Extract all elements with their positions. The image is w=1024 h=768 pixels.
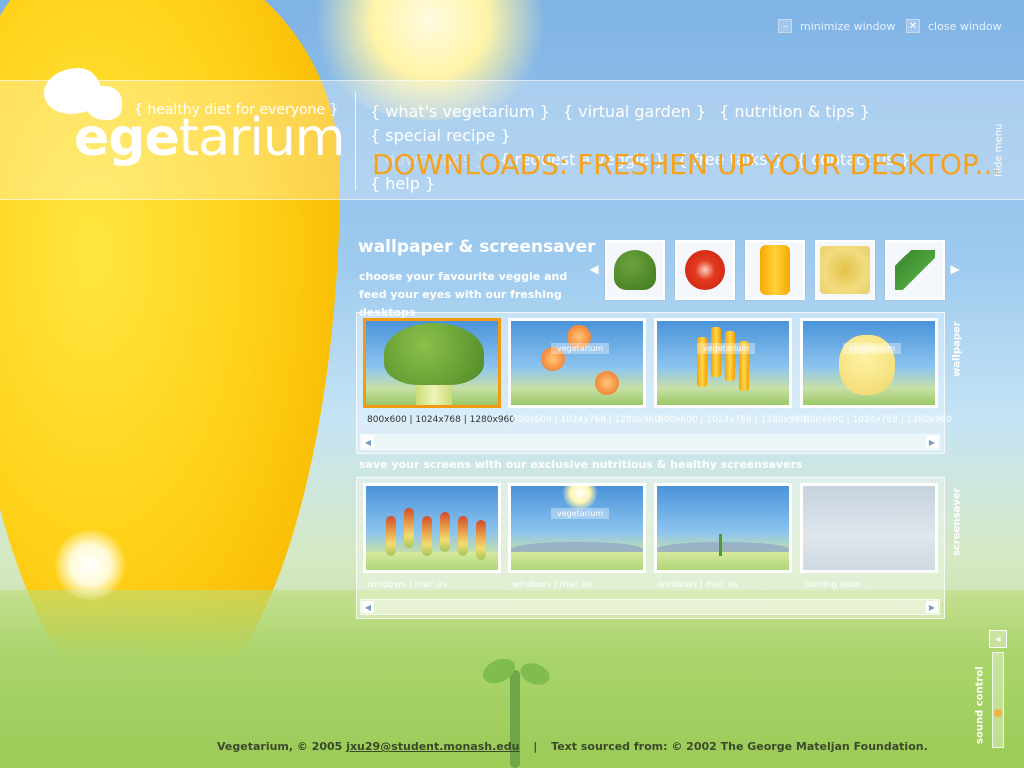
minimize-window-button[interactable]: – minimize window: [778, 19, 895, 33]
scroll-left-icon[interactable]: ◀: [362, 436, 374, 448]
nav-item-whats-vegetarium[interactable]: { what's vegetarium }: [370, 100, 550, 124]
strip-next-arrow-icon[interactable]: ▶: [950, 262, 960, 276]
close-icon: ✕: [906, 19, 920, 33]
volume-knob[interactable]: [994, 708, 1002, 717]
pepper-icon: [760, 245, 790, 295]
screensaver-item-veg-row[interactable]: windows | mac os: [363, 483, 501, 595]
background-glow-art: [55, 530, 125, 600]
sound-toggle-button[interactable]: ◂: [989, 630, 1007, 648]
thumbnail-logo: vegetarium: [843, 343, 902, 354]
veggie-thumb-herb[interactable]: [885, 240, 945, 300]
nav-item-special-recipe[interactable]: { special recipe }: [370, 124, 511, 148]
logo[interactable]: { healthy diet for everyone } egetarium: [44, 68, 346, 188]
pepper-art: [725, 331, 735, 381]
background-sprout-art: [510, 670, 520, 768]
header-divider: [355, 92, 356, 190]
field-art: [511, 552, 643, 570]
coming-soon-label: coming soon ...: [804, 580, 873, 590]
platform-links[interactable]: windows | mac os: [367, 580, 447, 590]
veggie-art: [404, 508, 414, 548]
footer-credit: Vegetarium, © 2005: [217, 740, 343, 753]
wallpaper-item-tomato[interactable]: vegetarium 800x600 | 1024x768 | 1280x960: [508, 318, 660, 430]
veggie-thumb-tomato[interactable]: [675, 240, 735, 300]
resolution-links[interactable]: 800x600 | 1024x768 | 1280x960: [804, 415, 952, 425]
veggie-thumb-pepper[interactable]: [745, 240, 805, 300]
broccoli-art: [384, 323, 484, 385]
speaker-icon: ◂: [995, 633, 1001, 645]
screensaver-tab[interactable]: screensaver: [948, 477, 966, 567]
footer-email-link[interactable]: jxu29@student.monash.edu: [346, 740, 519, 753]
scroll-right-icon[interactable]: ▶: [926, 601, 938, 613]
wallpaper-scrollbar[interactable]: ◀ ▶: [360, 434, 940, 450]
sun-art: [563, 486, 597, 510]
wallpaper-tab[interactable]: wallpaper: [948, 312, 966, 386]
minimize-label: minimize window: [800, 19, 896, 33]
veggie-art: [386, 516, 396, 556]
veggie-thumb-broccoli[interactable]: [605, 240, 665, 300]
screensaver-heading: save your screens with our exclusive nut…: [359, 458, 803, 471]
footer-separator: |: [533, 740, 538, 753]
logo-word-rest: tarium: [178, 108, 346, 168]
veggie-art: [422, 516, 432, 556]
screensaver-item-sprout[interactable]: windows | mac os: [654, 483, 792, 595]
wallpaper-thumbnail[interactable]: vegetarium: [508, 318, 646, 408]
screensaver-thumbnail[interactable]: [654, 483, 792, 573]
wallpaper-thumbnail[interactable]: vegetarium: [800, 318, 938, 408]
resolution-links[interactable]: 800x600 | 1024x768 | 1280x960: [512, 415, 660, 425]
screensaver-item-sun-field[interactable]: vegetarium windows | mac os: [508, 483, 646, 595]
platform-links[interactable]: windows | mac os: [658, 580, 738, 590]
sound-volume-slider[interactable]: [992, 652, 1004, 748]
field-art: [657, 552, 789, 570]
page-title: DOWNLOADS: FRESHEN UP YOUR DESKTOP...: [372, 148, 1002, 181]
wallpaper-thumbnail[interactable]: vegetarium: [654, 318, 792, 408]
section-title: wallpaper & screensaver: [358, 237, 596, 257]
logo-word-bold: ege: [74, 108, 180, 168]
screensaver-thumbnail: [800, 483, 938, 573]
wallpaper-item-potato[interactable]: vegetarium 800x600 | 1024x768 | 1280x960: [800, 318, 952, 430]
resolution-links[interactable]: 800x600 | 1024x768 | 1280x960: [658, 415, 806, 425]
footer-source: Text sourced from: © 2002 The George Mat…: [551, 740, 928, 753]
sound-control-label: sound control: [974, 666, 986, 744]
nav-item-virtual-garden[interactable]: { virtual garden }: [563, 100, 706, 124]
veggie-art: [476, 520, 486, 560]
close-window-button[interactable]: ✕ close window: [906, 19, 1002, 33]
wallpaper-item-broccoli[interactable]: 800x600 | 1024x768 | 1280x960: [363, 318, 515, 430]
tomato-icon: [685, 250, 725, 290]
footer: Vegetarium, © 2005 jxu29@student.monash.…: [217, 740, 928, 753]
thumbnail-logo: vegetarium: [551, 508, 610, 519]
thumbnail-logo: vegetarium: [697, 343, 756, 354]
veggie-thumb-potato[interactable]: [815, 240, 875, 300]
thumbnail-logo: vegetarium: [551, 343, 610, 354]
logo-wordmark: egetarium: [74, 108, 346, 168]
herb-icon: [895, 250, 935, 290]
screensaver-scrollbar[interactable]: ◀ ▶: [360, 599, 940, 615]
screensaver-item-coming-soon: coming soon ...: [800, 483, 938, 595]
close-label: close window: [928, 19, 1002, 33]
wallpaper-item-pepper[interactable]: vegetarium 800x600 | 1024x768 | 1280x960: [654, 318, 806, 430]
scroll-left-icon[interactable]: ◀: [362, 601, 374, 613]
potato-icon: [820, 246, 870, 294]
tomato-art: [595, 371, 619, 395]
hide-menu-button[interactable]: hide menu: [988, 110, 1010, 190]
screensaver-thumbnail[interactable]: vegetarium: [508, 483, 646, 573]
wallpaper-thumbnail[interactable]: [363, 318, 501, 408]
nav-item-nutrition-tips[interactable]: { nutrition & tips }: [719, 100, 870, 124]
placeholder-art: [803, 486, 935, 570]
platform-links[interactable]: windows | mac os: [512, 580, 592, 590]
scroll-right-icon[interactable]: ▶: [926, 436, 938, 448]
veggie-art: [458, 516, 468, 556]
veggie-art: [440, 512, 450, 552]
minimize-icon: –: [778, 19, 792, 33]
resolution-links[interactable]: 800x600 | 1024x768 | 1280x960: [367, 415, 515, 425]
broccoli-icon: [614, 250, 656, 290]
screensaver-thumbnail[interactable]: [363, 483, 501, 573]
sprout-art: [719, 534, 722, 556]
strip-prev-arrow-icon[interactable]: ◀: [589, 262, 599, 276]
